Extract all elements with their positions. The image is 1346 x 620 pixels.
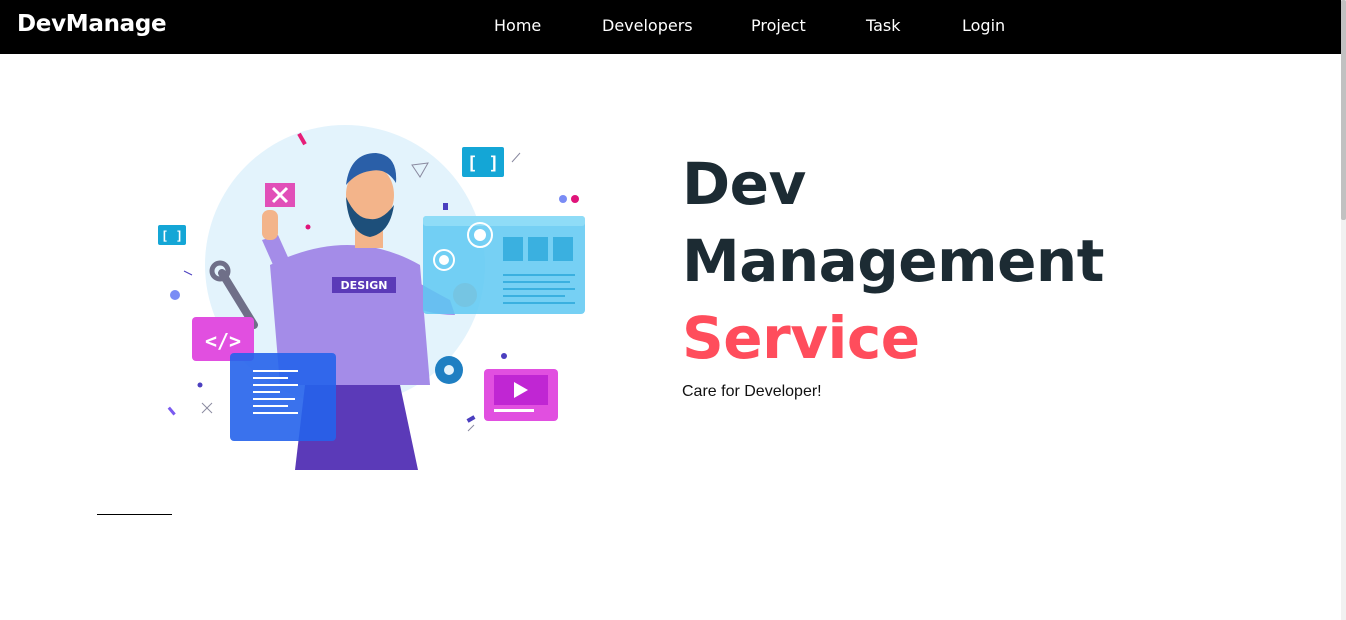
hero-title-accent: Service [682, 304, 920, 372]
hero-title-line1: Dev [682, 150, 806, 218]
hero-text: Dev Management Service Care for Develope… [682, 146, 1302, 401]
hero-title: Dev Management Service [682, 146, 1302, 377]
nav-home[interactable]: Home [494, 16, 541, 35]
nav-links: Home Developers Project Task Login [0, 0, 1341, 54]
top-navbar: DevManage Home Developers Project Task L… [0, 0, 1341, 54]
svg-text:DESIGN: DESIGN [341, 279, 388, 292]
page-scrollbar[interactable] [1341, 0, 1346, 620]
scrollbar-thumb[interactable] [1341, 0, 1346, 220]
section-divider [97, 514, 172, 515]
svg-text:</>: </> [205, 329, 241, 353]
svg-text:[ ]: [ ] [161, 229, 183, 243]
nav-project[interactable]: Project [751, 16, 806, 35]
nav-developers[interactable]: Developers [602, 16, 693, 35]
hero-illustration: [ ] [ ] </> DESIGN [150, 125, 600, 475]
svg-text:[ ]: [ ] [467, 153, 500, 174]
hero-subtitle: Care for Developer! [682, 383, 822, 400]
hero-title-line2: Management [682, 227, 1104, 295]
nav-login[interactable]: Login [962, 16, 1005, 35]
nav-task[interactable]: Task [866, 16, 901, 35]
browser-panel-icon [423, 216, 585, 314]
document-card-icon [230, 353, 336, 441]
